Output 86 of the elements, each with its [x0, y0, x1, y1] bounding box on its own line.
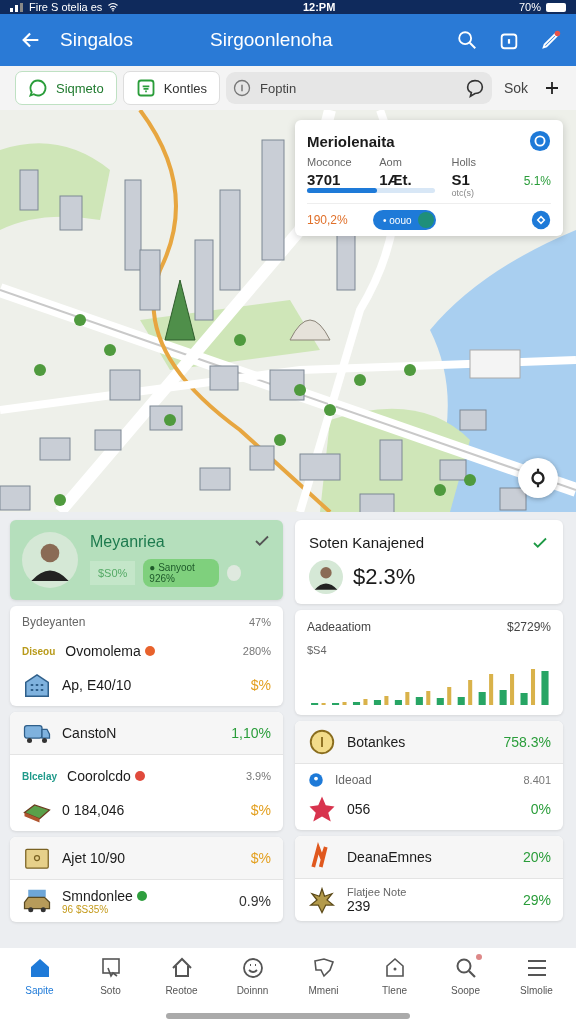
item-value: 0.9%: [239, 893, 271, 909]
item-label: Botankes: [347, 734, 406, 750]
clock-time: 12:PM: [302, 1, 336, 13]
share-icon: [531, 210, 551, 230]
category-tag: Blcelay: [22, 770, 58, 782]
stat-label: Aom: [379, 156, 403, 168]
nav-tab[interactable]: Soope: [430, 956, 501, 996]
profile-value: $2.3%: [353, 564, 416, 590]
sort-button[interactable]: Sok: [497, 80, 534, 96]
item-value: 20%: [522, 849, 551, 865]
item-label: Ovomolema: [65, 643, 141, 659]
item-value: 280%: [242, 645, 271, 657]
avatar-icon: [309, 560, 343, 594]
nav-tab[interactable]: Slmolie: [501, 956, 572, 996]
avatar-icon: [22, 532, 78, 588]
info-icon: [232, 78, 253, 98]
item-label: Ajet 10/90: [62, 850, 126, 866]
smiley-icon: [240, 956, 265, 980]
search-icon: [456, 29, 478, 51]
nav-tab[interactable]: Soto: [75, 956, 146, 996]
refresh-button[interactable]: [529, 130, 551, 152]
item-label: Coorolcdo: [67, 768, 131, 784]
nav-tab[interactable]: Doinnn: [217, 956, 288, 996]
carrier-name: Fire S otelia es: [29, 1, 103, 13]
item-label: Ap, E40/10: [62, 677, 132, 693]
toggle-pill[interactable]: • oouo: [373, 210, 436, 230]
search-bar[interactable]: Foptin: [226, 72, 492, 104]
item-value: 29%: [522, 892, 551, 908]
item-label: 239: [347, 898, 371, 914]
item-label: Ideoad: [335, 773, 372, 787]
item-value: 3.9%: [245, 770, 271, 782]
location-dot-icon: [307, 771, 325, 789]
document-icon: [135, 78, 156, 98]
shield-icon: [311, 956, 336, 980]
stat-caption: otc(s): [451, 188, 475, 198]
plus-icon: [543, 79, 561, 97]
item-label: 056: [347, 801, 371, 817]
item-value: $%: [250, 802, 271, 818]
item-label: DeanaEmnes: [347, 849, 432, 865]
refresh-icon: [529, 130, 551, 152]
stat-value: S1: [451, 171, 471, 188]
item-value: 8.401: [523, 774, 551, 786]
category-tag: Diseou: [22, 645, 56, 657]
footer-value: 190,2%: [307, 213, 349, 227]
nav-tab[interactable]: Tlene: [359, 956, 430, 996]
stat-value: 1Æt.: [379, 171, 413, 188]
card-title: Meriolenaita: [307, 132, 395, 150]
battery-percent: 70%: [518, 1, 541, 13]
item-label: Bydeyanten: [22, 615, 86, 629]
signal-icon: [10, 2, 24, 12]
item-value: $%: [250, 677, 271, 693]
item-value: 0%: [530, 801, 551, 817]
search-field[interactable]: Foptin: [258, 79, 458, 97]
chat-bubble-icon: [28, 78, 48, 98]
item-value: 47%: [248, 616, 271, 628]
item-caption: 96 $S35%: [62, 903, 110, 915]
item-value: $%: [250, 850, 271, 866]
stat-label: Holls: [451, 156, 477, 168]
wifi-icon: [107, 1, 120, 13]
screen-title: Sirgoonlenoha: [210, 29, 334, 51]
change-percent: 5.1%: [523, 174, 551, 188]
item-caption: Flatjee Note: [347, 886, 408, 898]
nav-tab[interactable]: Sapite: [4, 956, 75, 996]
item-value: 1,10%: [231, 725, 271, 741]
battery-icon: [546, 2, 566, 12]
filter-chip[interactable]: Kontles: [122, 71, 221, 105]
pencil-icon: [540, 29, 562, 51]
back-title: Singalos: [60, 29, 134, 51]
item-value: 758.3%: [503, 734, 551, 750]
value-chip: $S0%: [90, 561, 136, 585]
status-pill: ● Sanyoot 926%: [143, 559, 220, 587]
stat-value: 3701: [307, 171, 342, 188]
profile-name: Meyanriea: [90, 533, 166, 551]
share-button[interactable]: [531, 210, 551, 230]
chart-title: Aadeaatiom: [307, 620, 372, 634]
nav-tab[interactable]: Reotoe: [146, 956, 217, 996]
item-label: 0 184,046: [62, 802, 125, 818]
item-label: Smndonlee: [62, 887, 133, 904]
stat-label: Moconce: [307, 156, 353, 168]
axis-label: $S4: [307, 644, 328, 656]
item-label: CanstoN: [62, 725, 117, 741]
nav-tab[interactable]: Mmeni: [288, 956, 359, 996]
coin-icon: [307, 727, 337, 757]
filter-chip[interactable]: Siqmeto: [15, 71, 117, 105]
chart-value: $2729%: [506, 620, 551, 634]
profile-name: Soten Kanajened: [309, 534, 425, 552]
